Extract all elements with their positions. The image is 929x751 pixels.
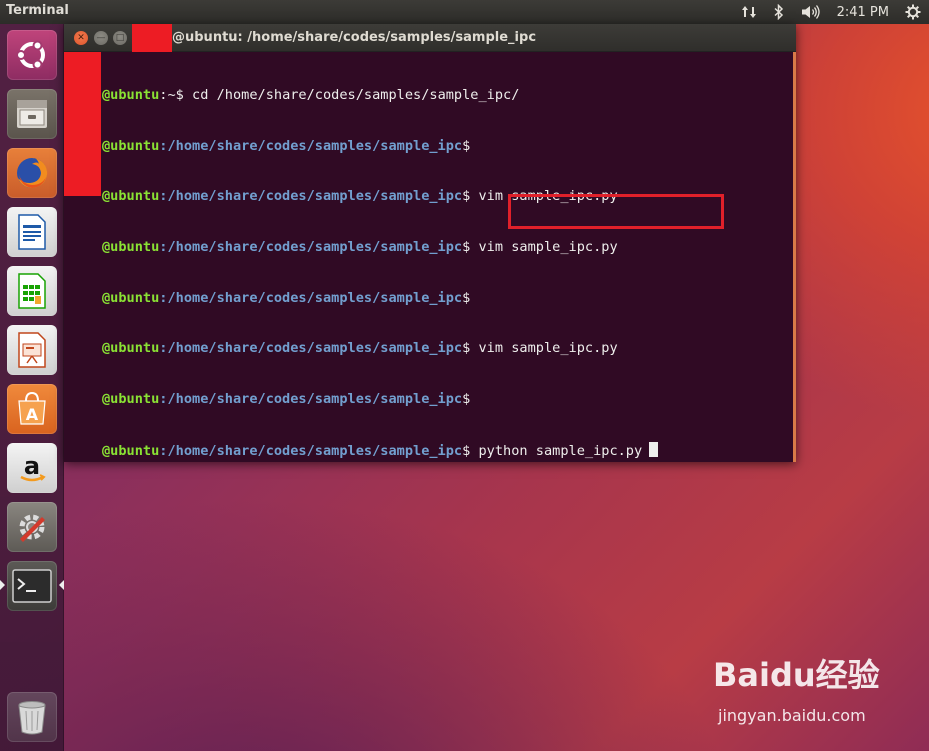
minimize-button[interactable]: — — [94, 31, 108, 45]
top-panel: Terminal 2:41 PM — [0, 0, 929, 24]
terminal-line: @ubuntu:~$ cd /home/share/codes/samples/… — [102, 86, 520, 103]
indicator-area: 2:41 PM — [733, 0, 929, 24]
redacted-username-block — [64, 52, 101, 196]
active-indicator-right — [59, 580, 64, 590]
clock[interactable]: 2:41 PM — [829, 0, 897, 24]
terminal-window[interactable]: ✕ — □ @ubuntu: /home/share/codes/samples… — [64, 24, 796, 462]
terminal-line: @ubuntu:/home/share/codes/samples/sample… — [102, 391, 471, 408]
volume-icon[interactable] — [793, 0, 829, 24]
terminal-line: @ubuntu:/home/share/codes/samples/sample… — [102, 238, 618, 255]
terminal-line: @ubuntu:/home/share/codes/samples/sample… — [102, 340, 618, 357]
close-button[interactable]: ✕ — [74, 31, 88, 45]
ubuntu-dash-icon[interactable] — [7, 30, 57, 80]
firefox-icon[interactable] — [7, 148, 57, 198]
command-highlight-box — [508, 194, 724, 229]
window-titlebar[interactable]: ✕ — □ @ubuntu: /home/share/codes/samples… — [64, 24, 796, 52]
window-right-edge — [793, 52, 796, 462]
libreoffice-writer-icon[interactable] — [7, 207, 57, 257]
terminal-line-current: @ubuntu:/home/share/codes/samples/sample… — [102, 441, 659, 459]
maximize-button[interactable]: □ — [113, 31, 127, 45]
bluetooth-icon[interactable] — [765, 0, 793, 24]
terminal-icon[interactable] — [7, 561, 57, 611]
svg-text:a: a — [24, 452, 40, 480]
amazon-icon[interactable]: a — [7, 443, 57, 493]
libreoffice-impress-icon[interactable] — [7, 325, 57, 375]
power-gear-icon[interactable] — [897, 0, 929, 24]
terminal-line: @ubuntu:/home/share/codes/samples/sample… — [102, 289, 471, 306]
text-cursor — [649, 441, 659, 457]
redacted-username-block — [132, 24, 172, 52]
libreoffice-calc-icon[interactable] — [7, 266, 57, 316]
software-center-icon[interactable]: A — [7, 384, 57, 434]
watermark-url: jingyan.baidu.com — [718, 706, 866, 725]
active-indicator-left — [0, 580, 5, 590]
watermark-logo: Baidu经验 — [713, 656, 880, 694]
trash-icon[interactable] — [7, 692, 57, 742]
svg-text:A: A — [26, 405, 39, 424]
active-app-title: Terminal — [6, 3, 69, 18]
baidu-watermark: Baidu经验 jingyan.baidu.com — [713, 650, 883, 730]
window-title: @ubuntu: /home/share/codes/samples/sampl… — [172, 30, 537, 45]
files-icon[interactable] — [7, 89, 57, 139]
terminal-line: @ubuntu:/home/share/codes/samples/sample… — [102, 137, 471, 154]
terminal-lines: @ubuntu:~$ cd /home/share/codes/samples/… — [102, 53, 659, 492]
terminal-output[interactable]: @ubuntu:~$ cd /home/share/codes/samples/… — [64, 52, 796, 462]
network-updown-icon[interactable] — [733, 0, 765, 24]
launcher: A a — [0, 24, 64, 751]
system-settings-icon[interactable] — [7, 502, 57, 552]
